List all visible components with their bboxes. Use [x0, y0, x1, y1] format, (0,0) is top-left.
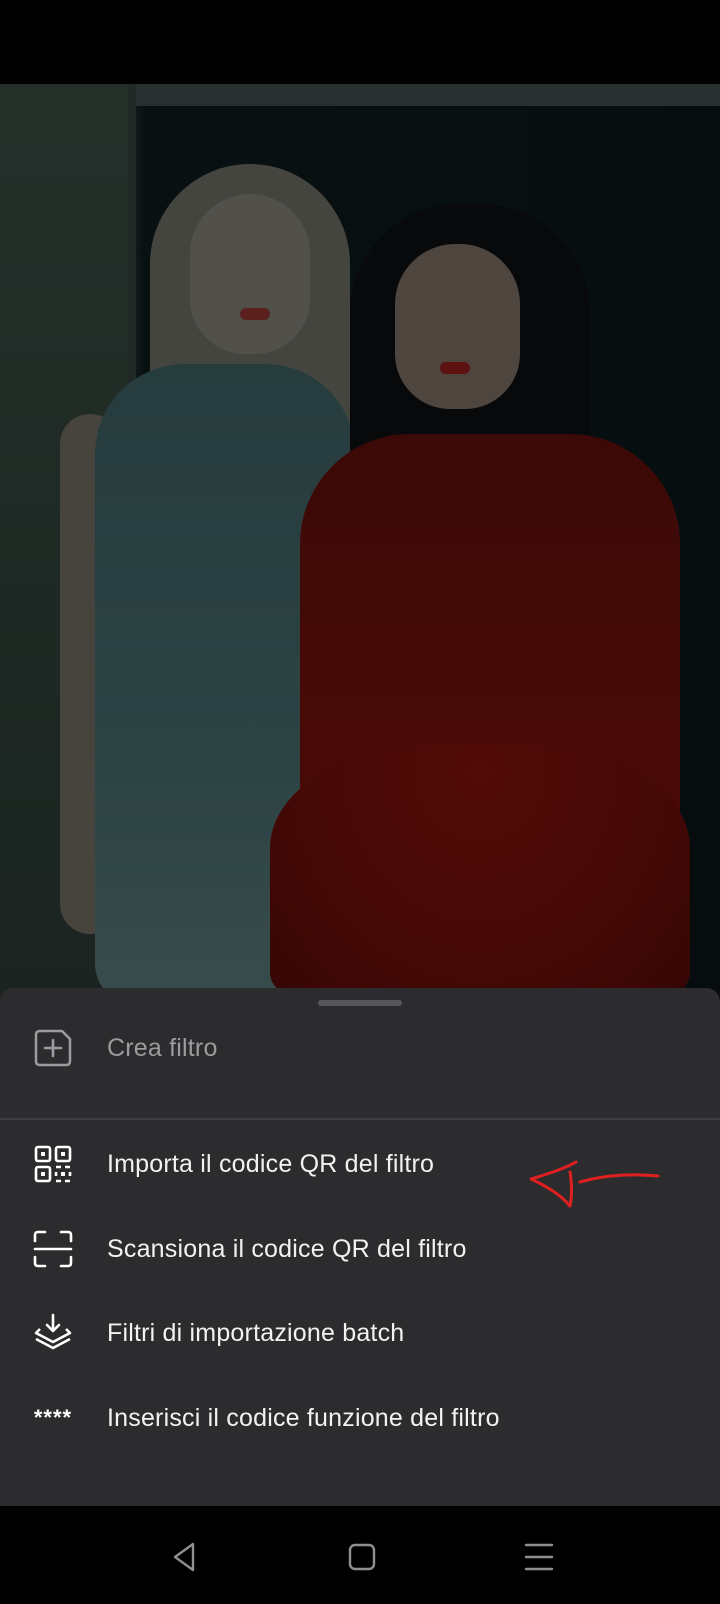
- add-filter-icon: [30, 1025, 76, 1071]
- scan-qr-label: Scansiona il codice QR del filtro: [107, 1234, 467, 1263]
- system-nav-bar: [0, 1506, 720, 1604]
- photo-dim-overlay[interactable]: [0, 84, 720, 1002]
- status-bar: [0, 0, 720, 64]
- enter-code-label: Inserisci il codice funzione del filtro: [107, 1403, 500, 1432]
- import-layers-icon: [30, 1310, 76, 1356]
- enter-code-item[interactable]: **** Inserisci il codice funzione del fi…: [0, 1378, 720, 1458]
- screen: Crea filtro Importa il codice QR del fil…: [0, 0, 720, 1604]
- qr-code-icon: [30, 1141, 76, 1187]
- sheet-drag-handle[interactable]: [318, 1000, 402, 1006]
- bottom-sheet: Crea filtro Importa il codice QR del fil…: [0, 988, 720, 1506]
- annotation-arrow-icon: [529, 1160, 660, 1208]
- divider: [0, 1118, 720, 1120]
- scan-qr-item[interactable]: Scansiona il codice QR del filtro: [0, 1209, 720, 1289]
- home-icon[interactable]: [339, 1534, 385, 1580]
- scan-frame-icon: [30, 1226, 76, 1272]
- create-filter-label: Crea filtro: [107, 1033, 218, 1062]
- batch-import-item[interactable]: Filtri di importazione batch: [0, 1293, 720, 1373]
- batch-import-label: Filtri di importazione batch: [107, 1318, 405, 1347]
- back-icon[interactable]: [162, 1534, 208, 1580]
- menu-icon[interactable]: [516, 1534, 562, 1580]
- create-filter-item[interactable]: Crea filtro: [0, 1008, 720, 1088]
- code-dots-icon: ****: [33, 1405, 73, 1430]
- import-qr-label: Importa il codice QR del filtro: [107, 1149, 435, 1178]
- photo-preview: [0, 84, 720, 1002]
